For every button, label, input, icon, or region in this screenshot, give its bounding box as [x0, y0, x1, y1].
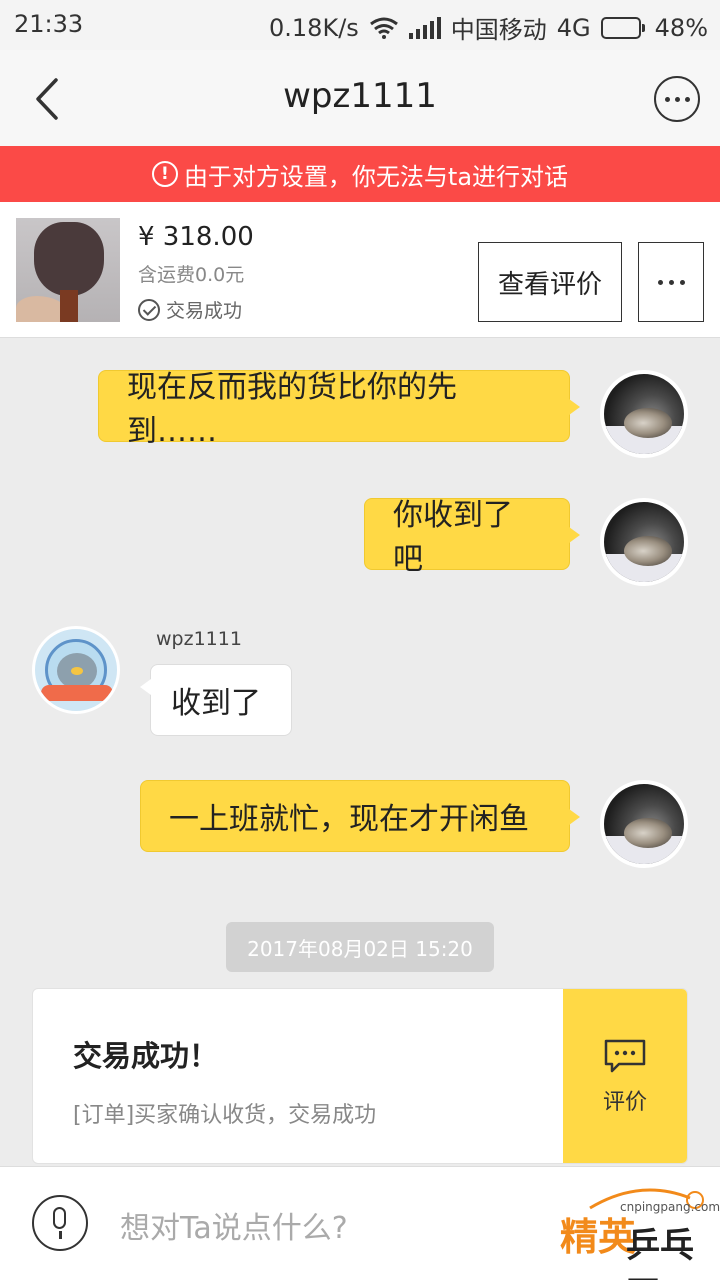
- battery-icon: [600, 16, 645, 39]
- dot-icon: [674, 96, 680, 102]
- other-user-avatar[interactable]: [32, 626, 120, 714]
- my-avatar[interactable]: [600, 780, 688, 868]
- item-thumbnail[interactable]: [16, 218, 120, 322]
- dot-icon: [684, 96, 690, 102]
- dot-icon: [679, 279, 685, 285]
- carrier-name: 中国移动: [450, 16, 547, 44]
- wifi-icon: [369, 17, 398, 39]
- microphone-icon[interactable]: [32, 1195, 88, 1251]
- message-bubble-outgoing[interactable]: 你收到了吧: [364, 498, 580, 577]
- order-status-card[interactable]: 交易成功！ [订单]买家确认收货，交易成功 评价: [32, 988, 688, 1164]
- trade-status: 交易成功: [138, 296, 242, 323]
- message-timestamp: 2017年08月02日 15:20: [226, 922, 494, 972]
- chat-title: wpz1111: [283, 76, 437, 116]
- view-review-button[interactable]: 查看评价: [478, 242, 622, 322]
- dot-icon: [657, 279, 663, 285]
- rate-button[interactable]: 评价: [563, 989, 687, 1163]
- dot-icon: [664, 96, 670, 102]
- watermark-text-primary: 精英: [560, 1215, 637, 1259]
- blocked-banner: ! 由于对方设置，你无法与ta进行对话: [0, 146, 720, 202]
- warning-icon: !: [151, 161, 178, 187]
- check-circle-icon: [138, 298, 160, 321]
- net-speed: 0.18K/s: [269, 13, 359, 42]
- clock: 21:33: [14, 10, 84, 38]
- status-icons: 0.18K/s 中国移动 4G 48%: [269, 10, 708, 45]
- message-bubble-outgoing[interactable]: 一上班就忙，现在才开闲鱼: [140, 780, 580, 852]
- message-bubble-outgoing[interactable]: 现在反而我的货比你的先到……: [98, 370, 580, 449]
- message-input[interactable]: 想对Ta说点什么?: [120, 1203, 348, 1247]
- item-more-button[interactable]: [638, 242, 704, 322]
- item-price: ¥ 318.00: [138, 222, 254, 252]
- item-summary-bar: ¥ 318.00 含运费0.0元 交易成功 查看评价: [0, 202, 720, 338]
- message-bubble-incoming[interactable]: 收到了: [140, 664, 292, 736]
- my-avatar[interactable]: [600, 370, 688, 458]
- comment-icon: [604, 1039, 646, 1073]
- status-bar: 21:33 0.18K/s 中国移动 4G 48%: [0, 0, 720, 50]
- rate-label: 评价: [602, 1090, 647, 1115]
- more-options-button[interactable]: [654, 76, 700, 122]
- trade-status-label: 交易成功: [166, 300, 243, 322]
- order-card-title: 交易成功！: [73, 1039, 219, 1073]
- my-avatar[interactable]: [600, 498, 688, 586]
- chat-header: wpz1111: [0, 50, 720, 146]
- battery-percent: 48%: [654, 13, 708, 42]
- signal-icon: [408, 16, 441, 39]
- network-type: 4G: [556, 13, 591, 42]
- dot-icon: [668, 279, 674, 285]
- sender-name: wpz1111: [156, 628, 242, 650]
- order-card-description: [订单]买家确认收货，交易成功: [73, 1103, 377, 1128]
- shipping-note: 含运费0.0元: [138, 264, 245, 286]
- banner-text: 由于对方设置，你无法与ta进行对话: [183, 162, 569, 191]
- watermark-text-secondary: 乒乓网: [626, 1226, 694, 1280]
